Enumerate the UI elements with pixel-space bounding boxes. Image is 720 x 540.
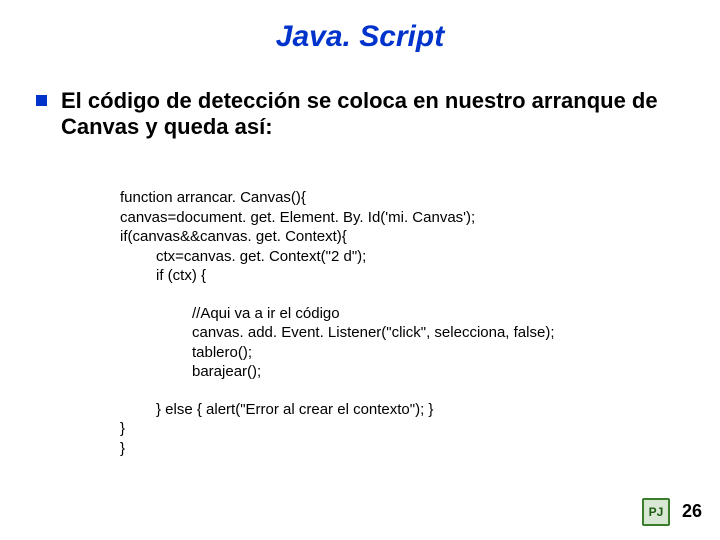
footer-logo-text: PJ — [649, 506, 664, 518]
footer-logo-icon: PJ — [642, 498, 670, 526]
code-line: canvas=document. get. Element. By. Id('m… — [120, 208, 680, 228]
code-line: if (ctx) { — [120, 266, 680, 286]
bullet-square-icon — [36, 95, 47, 106]
code-line: if(canvas&&canvas. get. Context){ — [120, 227, 680, 247]
body-area: El código de detección se coloca en nues… — [36, 88, 684, 141]
code-line: ctx=canvas. get. Context("2 d"); — [120, 247, 680, 267]
bullet-item: El código de detección se coloca en nues… — [36, 88, 684, 141]
code-line: } else { alert("Error al crear el contex… — [120, 400, 680, 420]
code-line: tablero(); — [120, 343, 680, 363]
code-line: canvas. add. Event. Listener("click", se… — [120, 323, 680, 343]
code-line: //Aqui va a ir el código — [120, 304, 680, 324]
code-line: } — [120, 439, 680, 459]
spacer — [120, 382, 680, 400]
slide-title: Java. Script — [0, 20, 720, 54]
code-block: function arrancar. Canvas(){ canvas=docu… — [120, 188, 680, 458]
code-line: } — [120, 419, 680, 439]
slide: Java. Script El código de detección se c… — [0, 0, 720, 540]
bullet-text: El código de detección se coloca en nues… — [61, 88, 684, 141]
spacer — [120, 286, 680, 304]
code-line: barajear(); — [120, 362, 680, 382]
code-line: function arrancar. Canvas(){ — [120, 188, 680, 208]
page-number: 26 — [682, 501, 702, 522]
